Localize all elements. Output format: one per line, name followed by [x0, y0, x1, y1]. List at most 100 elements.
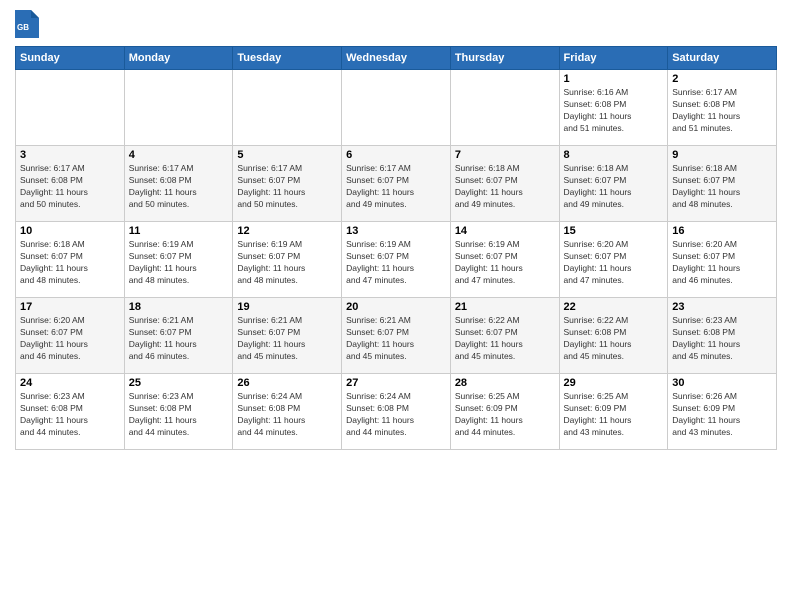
day-number: 12	[237, 225, 337, 237]
calendar-cell: 19 Sunrise: 6:21 AM Sunset: 6:07 PM Dayli…	[233, 298, 342, 374]
header: GB	[15, 10, 777, 38]
weekday-header-monday: Monday	[124, 47, 233, 70]
calendar-cell: 14 Sunrise: 6:19 AM Sunset: 6:07 PM Dayli…	[450, 222, 559, 298]
calendar-cell: 16Sunrise: 6:20 AM Sunset: 6:07 PM Dayli…	[668, 222, 777, 298]
day-info: Sunrise: 6:17 AM Sunset: 6:07 PM Dayligh…	[346, 163, 446, 211]
day-info: Sunrise: 6:17 AM Sunset: 6:08 PM Dayligh…	[672, 87, 772, 135]
day-info: Sunrise: 6:20 AM Sunset: 6:07 PM Dayligh…	[20, 315, 120, 363]
day-number: 4	[129, 149, 229, 161]
day-info: Sunrise: 6:23 AM Sunset: 6:08 PM Dayligh…	[20, 391, 120, 439]
day-info: Sunrise: 6:19 AM Sunset: 6:07 PM Dayligh…	[237, 239, 337, 287]
calendar-cell: 6 Sunrise: 6:17 AM Sunset: 6:07 PM Daylig…	[342, 146, 451, 222]
weekday-header-sunday: Sunday	[16, 47, 125, 70]
day-info: Sunrise: 6:19 AM Sunset: 6:07 PM Dayligh…	[129, 239, 229, 287]
day-number: 16	[672, 225, 772, 237]
day-number: 10	[20, 225, 120, 237]
day-number: 3	[20, 149, 120, 161]
day-number: 20	[346, 301, 446, 313]
day-info: Sunrise: 6:22 AM Sunset: 6:07 PM Dayligh…	[455, 315, 555, 363]
week-row-1: 1 Sunrise: 6:16 AM Sunset: 6:08 PM Daylig…	[16, 70, 777, 146]
day-number: 23	[672, 301, 772, 313]
day-number: 7	[455, 149, 555, 161]
day-number: 2	[672, 73, 772, 85]
day-info: Sunrise: 6:23 AM Sunset: 6:08 PM Dayligh…	[672, 315, 772, 363]
day-number: 26	[237, 377, 337, 389]
weekday-header-row: SundayMondayTuesdayWednesdayThursdayFrid…	[16, 47, 777, 70]
weekday-header-friday: Friday	[559, 47, 668, 70]
calendar-cell: 7 Sunrise: 6:18 AM Sunset: 6:07 PM Daylig…	[450, 146, 559, 222]
day-number: 19	[237, 301, 337, 313]
calendar-cell: 23 Sunrise: 6:23 AM Sunset: 6:08 PM Dayli…	[668, 298, 777, 374]
day-info: Sunrise: 6:22 AM Sunset: 6:08 PM Dayligh…	[564, 315, 664, 363]
day-info: Sunrise: 6:24 AM Sunset: 6:08 PM Dayligh…	[237, 391, 337, 439]
calendar-cell	[450, 70, 559, 146]
day-info: Sunrise: 6:18 AM Sunset: 6:07 PM Dayligh…	[672, 163, 772, 211]
svg-text:GB: GB	[17, 23, 29, 32]
day-number: 24	[20, 377, 120, 389]
day-number: 5	[237, 149, 337, 161]
week-row-5: 24 Sunrise: 6:23 AM Sunset: 6:08 PM Dayli…	[16, 374, 777, 450]
day-info: Sunrise: 6:19 AM Sunset: 6:07 PM Dayligh…	[346, 239, 446, 287]
calendar-cell: 2 Sunrise: 6:17 AM Sunset: 6:08 PM Daylig…	[668, 70, 777, 146]
calendar-cell	[233, 70, 342, 146]
day-number: 22	[564, 301, 664, 313]
day-number: 30	[672, 377, 772, 389]
day-info: Sunrise: 6:16 AM Sunset: 6:08 PM Dayligh…	[564, 87, 664, 135]
day-info: Sunrise: 6:18 AM Sunset: 6:07 PM Dayligh…	[455, 163, 555, 211]
day-number: 15	[564, 225, 664, 237]
day-info: Sunrise: 6:21 AM Sunset: 6:07 PM Dayligh…	[346, 315, 446, 363]
day-number: 25	[129, 377, 229, 389]
calendar-cell	[16, 70, 125, 146]
day-info: Sunrise: 6:24 AM Sunset: 6:08 PM Dayligh…	[346, 391, 446, 439]
day-number: 27	[346, 377, 446, 389]
day-info: Sunrise: 6:17 AM Sunset: 6:08 PM Dayligh…	[129, 163, 229, 211]
day-number: 29	[564, 377, 664, 389]
day-number: 14	[455, 225, 555, 237]
week-row-2: 3 Sunrise: 6:17 AM Sunset: 6:08 PM Daylig…	[16, 146, 777, 222]
week-row-4: 17 Sunrise: 6:20 AM Sunset: 6:07 PM Dayli…	[16, 298, 777, 374]
day-info: Sunrise: 6:21 AM Sunset: 6:07 PM Dayligh…	[129, 315, 229, 363]
calendar-cell	[124, 70, 233, 146]
day-number: 11	[129, 225, 229, 237]
calendar-cell: 10Sunrise: 6:18 AM Sunset: 6:07 PM Dayli…	[16, 222, 125, 298]
calendar-cell: 24 Sunrise: 6:23 AM Sunset: 6:08 PM Dayli…	[16, 374, 125, 450]
day-number: 13	[346, 225, 446, 237]
day-number: 21	[455, 301, 555, 313]
calendar-cell: 8Sunrise: 6:18 AM Sunset: 6:07 PM Daylig…	[559, 146, 668, 222]
calendar-cell: 11 Sunrise: 6:19 AM Sunset: 6:07 PM Dayli…	[124, 222, 233, 298]
calendar-cell	[342, 70, 451, 146]
day-info: Sunrise: 6:25 AM Sunset: 6:09 PM Dayligh…	[564, 391, 664, 439]
weekday-header-tuesday: Tuesday	[233, 47, 342, 70]
calendar-cell: 20 Sunrise: 6:21 AM Sunset: 6:07 PM Dayli…	[342, 298, 451, 374]
calendar-cell: 22 Sunrise: 6:22 AM Sunset: 6:08 PM Dayli…	[559, 298, 668, 374]
day-number: 6	[346, 149, 446, 161]
calendar-cell: 3Sunrise: 6:17 AM Sunset: 6:08 PM Daylig…	[16, 146, 125, 222]
day-info: Sunrise: 6:18 AM Sunset: 6:07 PM Dayligh…	[564, 163, 664, 211]
day-info: Sunrise: 6:20 AM Sunset: 6:07 PM Dayligh…	[564, 239, 664, 287]
calendar-cell: 1 Sunrise: 6:16 AM Sunset: 6:08 PM Daylig…	[559, 70, 668, 146]
day-info: Sunrise: 6:23 AM Sunset: 6:08 PM Dayligh…	[129, 391, 229, 439]
day-info: Sunrise: 6:19 AM Sunset: 6:07 PM Dayligh…	[455, 239, 555, 287]
calendar-cell: 21 Sunrise: 6:22 AM Sunset: 6:07 PM Dayli…	[450, 298, 559, 374]
weekday-header-wednesday: Wednesday	[342, 47, 451, 70]
weekday-header-thursday: Thursday	[450, 47, 559, 70]
calendar-cell: 25 Sunrise: 6:23 AM Sunset: 6:08 PM Dayli…	[124, 374, 233, 450]
week-row-3: 10Sunrise: 6:18 AM Sunset: 6:07 PM Dayli…	[16, 222, 777, 298]
calendar-cell: 12 Sunrise: 6:19 AM Sunset: 6:07 PM Dayli…	[233, 222, 342, 298]
day-number: 28	[455, 377, 555, 389]
calendar-cell: 5 Sunrise: 6:17 AM Sunset: 6:07 PM Daylig…	[233, 146, 342, 222]
day-number: 17	[20, 301, 120, 313]
day-info: Sunrise: 6:26 AM Sunset: 6:09 PM Dayligh…	[672, 391, 772, 439]
calendar-cell: 13 Sunrise: 6:19 AM Sunset: 6:07 PM Dayli…	[342, 222, 451, 298]
day-number: 1	[564, 73, 664, 85]
calendar-cell: 29 Sunrise: 6:25 AM Sunset: 6:09 PM Dayli…	[559, 374, 668, 450]
day-info: Sunrise: 6:25 AM Sunset: 6:09 PM Dayligh…	[455, 391, 555, 439]
logo-icon: GB	[15, 10, 39, 38]
calendar-cell: 9 Sunrise: 6:18 AM Sunset: 6:07 PM Daylig…	[668, 146, 777, 222]
day-info: Sunrise: 6:17 AM Sunset: 6:07 PM Dayligh…	[237, 163, 337, 211]
day-number: 9	[672, 149, 772, 161]
calendar-cell: 30 Sunrise: 6:26 AM Sunset: 6:09 PM Dayli…	[668, 374, 777, 450]
day-number: 18	[129, 301, 229, 313]
day-info: Sunrise: 6:21 AM Sunset: 6:07 PM Dayligh…	[237, 315, 337, 363]
calendar-cell: 27 Sunrise: 6:24 AM Sunset: 6:08 PM Dayli…	[342, 374, 451, 450]
